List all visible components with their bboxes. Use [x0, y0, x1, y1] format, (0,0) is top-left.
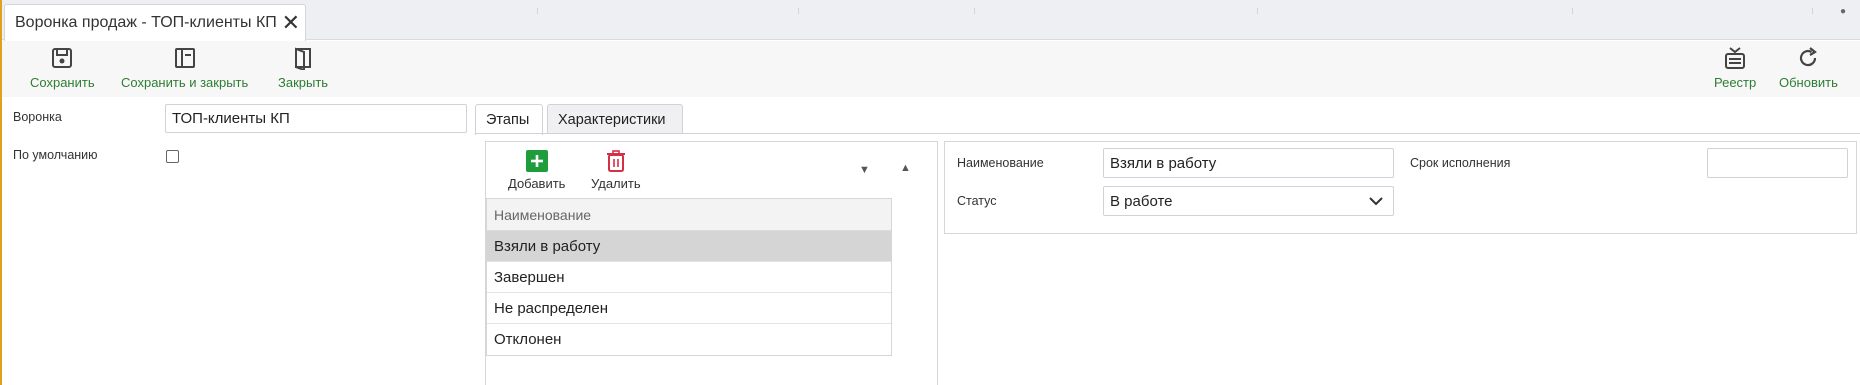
stages-grid: Наименование Взяли в работу Завершен Не …: [486, 198, 892, 356]
delete-stage-button[interactable]: Удалить: [591, 150, 641, 191]
save-close-label: Сохранить и закрыть: [121, 75, 249, 90]
document-tab-bar: Воронка продаж - ТОП-клиенты КП ✕ ●: [2, 0, 1860, 41]
move-down-icon[interactable]: ▼: [859, 164, 870, 176]
tab-menu-icon[interactable]: ●: [1840, 6, 1846, 17]
stage-name-input[interactable]: Взяли в работу: [1103, 148, 1394, 178]
tab-separator: [1257, 8, 1258, 14]
registry-icon: [1725, 47, 1746, 69]
name-label: Наименование: [957, 156, 1044, 170]
tab-separator: [537, 8, 538, 14]
tab-stages[interactable]: Этапы: [475, 104, 543, 135]
refresh-icon: [1800, 47, 1818, 67]
table-row[interactable]: Взяли в работу: [487, 231, 891, 262]
save-button[interactable]: Сохранить: [30, 46, 95, 90]
document-tab[interactable]: Воронка продаж - ТОП-клиенты КП ✕: [4, 4, 306, 41]
default-checkbox[interactable]: [166, 150, 179, 163]
close-label: Закрыть: [278, 75, 329, 90]
deadline-label: Срок исполнения: [1410, 156, 1511, 170]
funnel-label: Воронка: [13, 110, 62, 124]
stage-details-panel: Наименование Взяли в работу Статус В раб…: [944, 141, 1857, 234]
tab-separator: [798, 8, 799, 14]
chevron-down-icon: [1369, 197, 1383, 206]
funnel-input[interactable]: ТОП-клиенты КП: [165, 104, 467, 133]
column-header-name[interactable]: Наименование: [487, 199, 891, 231]
tab-separator: [974, 8, 975, 14]
deadline-input[interactable]: [1707, 148, 1848, 178]
add-icon: [525, 150, 548, 172]
save-and-close-button[interactable]: Сохранить и закрыть: [121, 46, 248, 90]
toolbar: Сохранить Сохранить и закрыть Закрыть Ре…: [2, 41, 1860, 97]
registry-label: Реестр: [1714, 75, 1757, 90]
save-icon: [52, 48, 73, 68]
document-tab-title: Воронка продаж - ТОП-клиенты КП: [15, 14, 277, 31]
default-label: По умолчанию: [13, 148, 98, 162]
door-icon: [295, 47, 312, 70]
delete-label: Удалить: [591, 176, 641, 191]
close-button[interactable]: Закрыть: [278, 46, 328, 90]
table-row[interactable]: Не распределен: [487, 293, 891, 324]
add-label: Добавить: [508, 176, 566, 191]
form-window: Воронка продаж - ТОП-клиенты КП ✕ ● Сохр…: [0, 0, 1860, 385]
tab-separator: [1572, 8, 1573, 14]
save-close-icon: [174, 48, 195, 68]
move-up-icon[interactable]: ▲: [900, 162, 911, 174]
save-label: Сохранить: [30, 75, 95, 90]
status-value: В работе: [1110, 192, 1173, 210]
stages-panel: Добавить Удалить ▼ ▲ Наименование Взяли …: [485, 141, 938, 385]
registry-button[interactable]: Реестр: [1714, 46, 1756, 90]
close-tab-icon[interactable]: ✕: [277, 10, 305, 36]
table-row[interactable]: Завершен: [487, 262, 891, 293]
tab-separator: [1812, 8, 1813, 14]
tab-characteristics[interactable]: Характеристики: [547, 104, 683, 134]
status-label: Статус: [957, 194, 997, 208]
refresh-label: Обновить: [1779, 75, 1838, 90]
table-row[interactable]: Отклонен: [487, 324, 891, 355]
status-select[interactable]: В работе: [1103, 186, 1394, 216]
refresh-button[interactable]: Обновить: [1779, 46, 1838, 90]
add-stage-button[interactable]: Добавить: [508, 150, 565, 191]
tabs-divider: [475, 133, 1860, 134]
trash-icon: [606, 150, 625, 172]
